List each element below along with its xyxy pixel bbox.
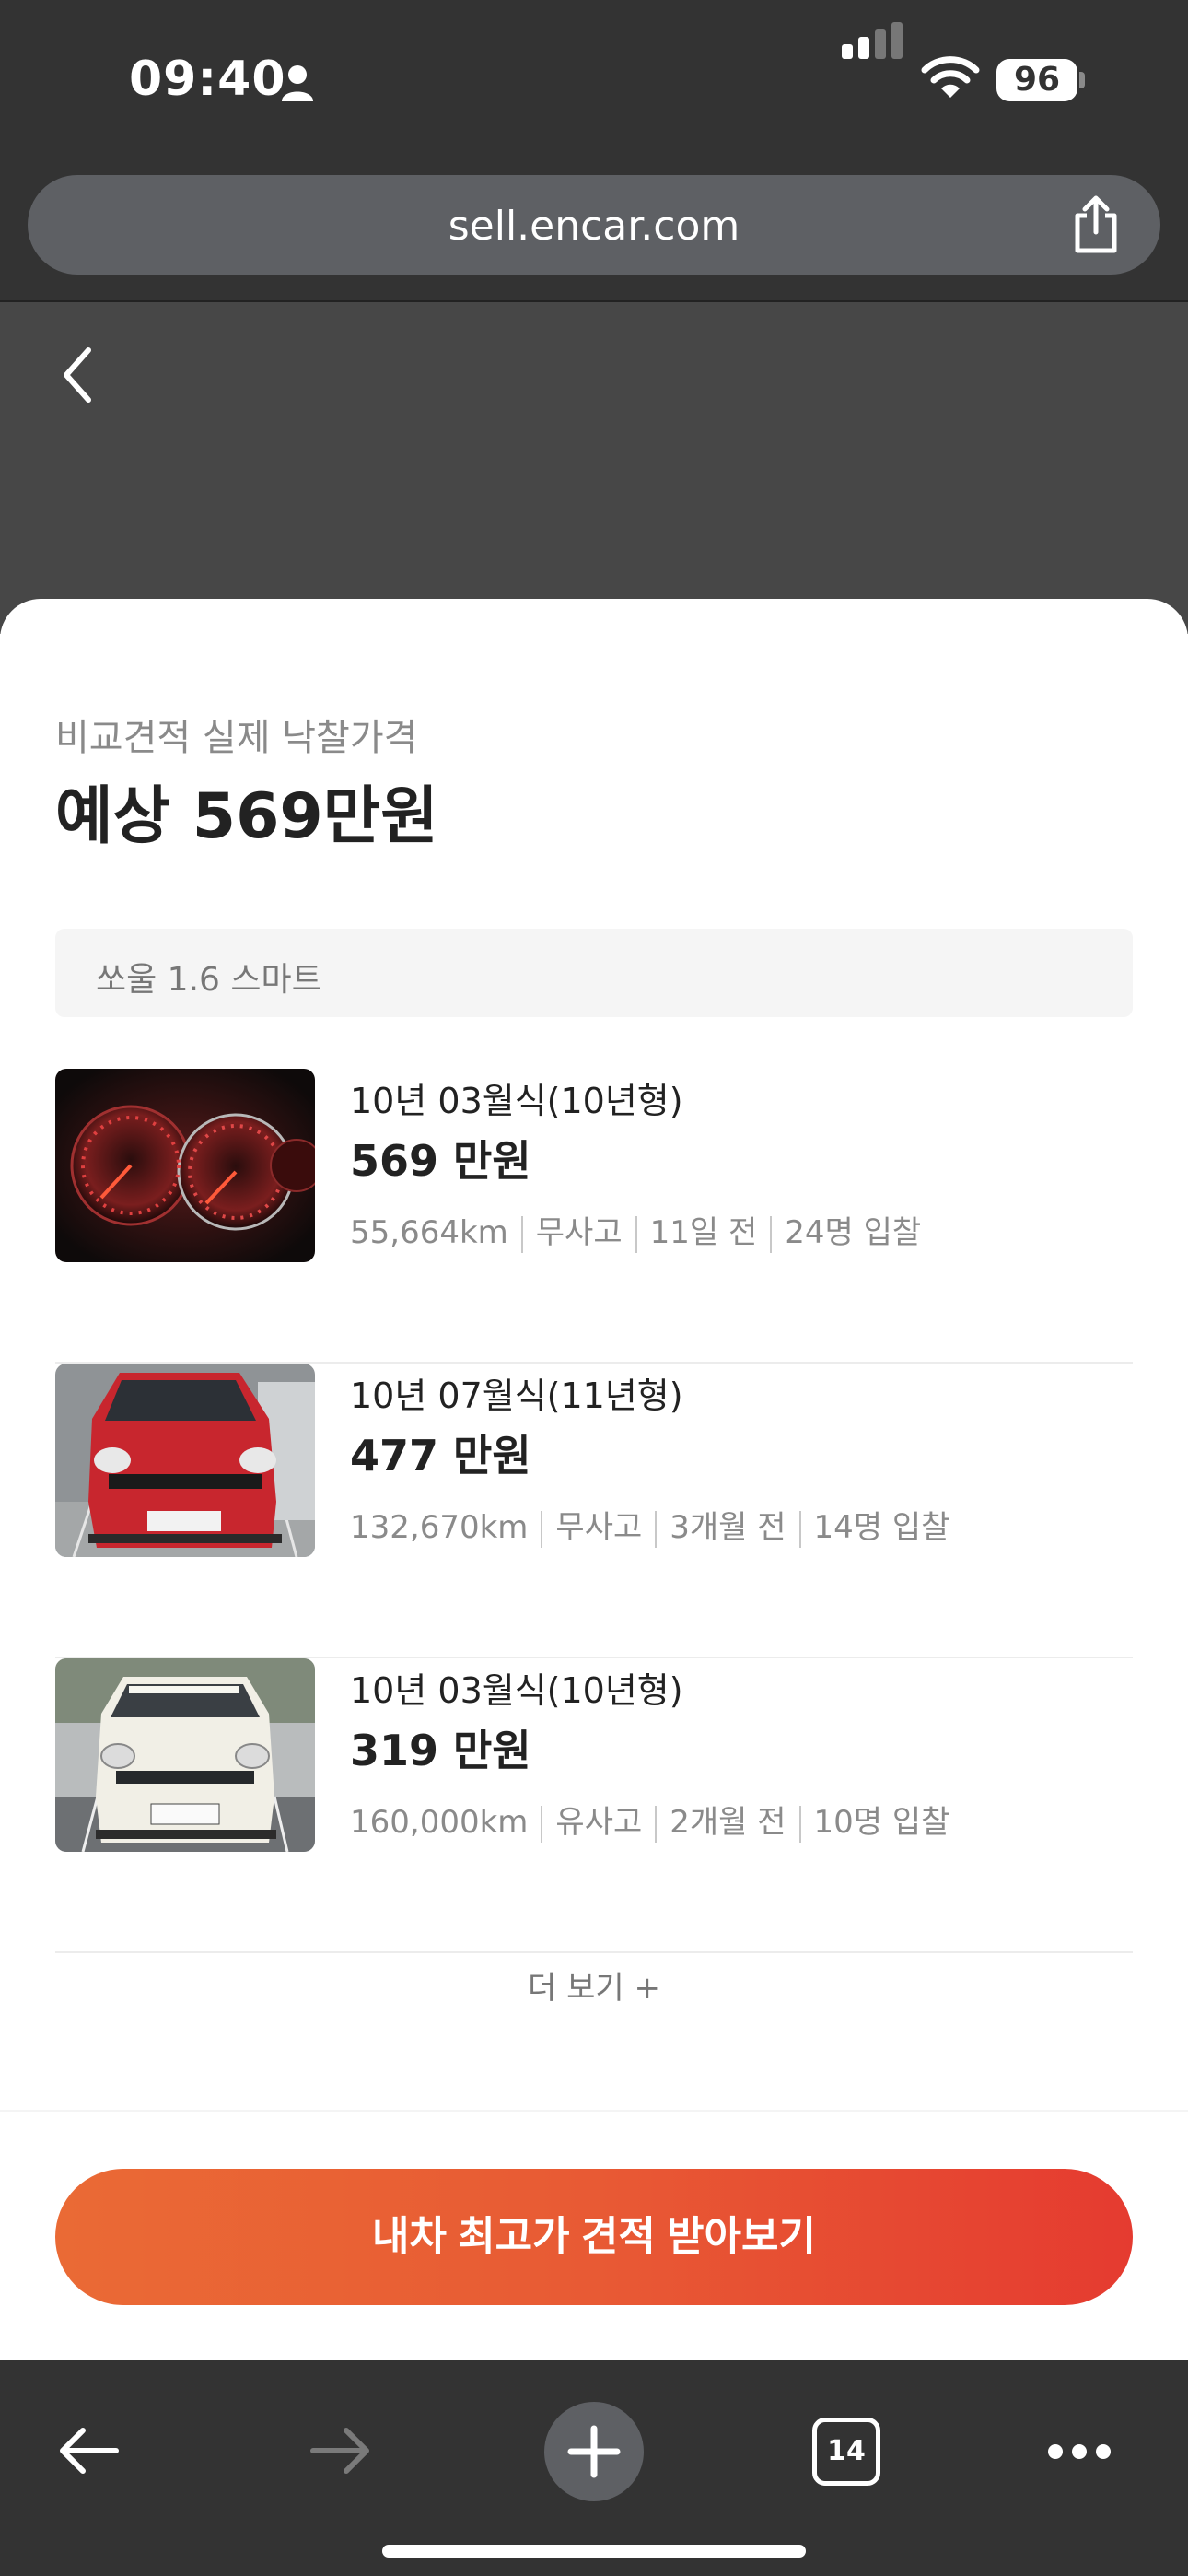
back-arrow-icon[interactable] (55, 2425, 120, 2476)
wifi-icon (921, 56, 980, 98)
get-best-quote-button[interactable]: 내차 최고가 견적 받아보기 (55, 2169, 1133, 2305)
car-accident-status: 유사고 (555, 1804, 643, 1841)
estimated-price-headline: 예상 569만원 (55, 780, 438, 853)
price-comparison-sheet: 비교견적 실제 낙찰가격 예상 569만원 쏘울 1.6 스마트 10년 03월… (0, 599, 1188, 2110)
car-time-ago: 2개월 전 (670, 1804, 786, 1841)
battery-tip (1079, 72, 1085, 88)
divider (655, 1510, 658, 1548)
status-time: 09:40 (129, 52, 286, 107)
list-item[interactable]: 10년 03월식(10년형) 319 만원 160,000km 유사고 2개월 전1… (55, 1658, 1133, 1953)
car-model-date: 10년 03월식(10년형) (350, 1670, 683, 1711)
divider (541, 1805, 543, 1843)
more-icon[interactable] (1046, 2440, 1112, 2464)
address-bar[interactable]: sell.encar.com (28, 175, 1160, 275)
car-meta: 55,664km 무사고 11일 전 24명 입찰 (350, 1207, 921, 1253)
car-mileage: 132,670km (350, 1509, 529, 1546)
divider (655, 1805, 658, 1843)
chevron-left-icon[interactable] (55, 343, 101, 407)
car-accident-status: 무사고 (555, 1509, 643, 1546)
divider (798, 1805, 801, 1843)
browser-address-area: sell.encar.com (0, 157, 1188, 302)
share-icon[interactable] (1068, 195, 1124, 254)
car-thumbnail (55, 1658, 315, 1852)
car-model-date: 10년 03월식(10년형) (350, 1081, 683, 1121)
car-meta: 132,670km 무사고 3개월 전 14명 입찰 (350, 1502, 949, 1548)
browser-toolbar: 14 (0, 2360, 1188, 2576)
page-header-dimmed (0, 302, 1188, 634)
car-price: 477 만원 (350, 1431, 531, 1481)
car-bid-count: 10명 입찰 (813, 1804, 950, 1841)
car-price: 319 만원 (350, 1726, 531, 1775)
car-time-ago: 3개월 전 (670, 1509, 786, 1546)
divider (635, 1215, 637, 1253)
forward-arrow-icon[interactable] (309, 2425, 374, 2476)
dashboard-gauges-photo (55, 1069, 315, 1262)
car-model-date: 10년 07월식(11년형) (350, 1376, 683, 1416)
divider (541, 1510, 543, 1548)
car-time-ago: 11일 전 (649, 1214, 758, 1251)
divider (798, 1510, 801, 1548)
car-mileage: 160,000km (350, 1804, 529, 1841)
more-button[interactable]: 더 보기 + (0, 1962, 1188, 2008)
car-mileage: 55,664km (350, 1214, 508, 1251)
home-indicator (382, 2545, 806, 2558)
url-text: sell.encar.com (448, 203, 740, 250)
sheet-subtitle: 비교견적 실제 낙찰가격 (55, 717, 418, 759)
battery-icon: 96 (996, 59, 1077, 101)
status-bar: 09:40 96 (0, 0, 1188, 157)
car-thumbnail (55, 1069, 315, 1262)
cta-area: 내차 최고가 견적 받아보기 (0, 2110, 1188, 2360)
model-name: 쏘울 1.6 스마트 (96, 961, 322, 999)
car-bid-count: 24명 입찰 (785, 1214, 922, 1251)
car-price: 569 만원 (350, 1136, 531, 1186)
list-item[interactable]: 10년 07월식(11년형) 477 만원 132,670km 무사고 3개월 전1… (55, 1364, 1133, 1658)
white-car-front-photo (55, 1658, 315, 1852)
list-item[interactable]: 10년 03월식(10년형) 569 만원 55,664km 무사고 11일 전 24… (55, 1069, 1133, 1364)
divider (520, 1215, 523, 1253)
car-accident-status: 무사고 (535, 1214, 623, 1251)
car-thumbnail (55, 1364, 315, 1557)
red-car-front-photo (55, 1364, 315, 1557)
car-bid-count: 14명 입찰 (813, 1509, 950, 1546)
new-tab-plus-icon[interactable] (543, 2401, 645, 2502)
tabs-icon[interactable]: 14 (812, 2418, 880, 2486)
car-meta: 160,000km 유사고 2개월 전 10명 입찰 (350, 1797, 949, 1843)
person-icon (282, 65, 313, 101)
model-label-box: 쏘울 1.6 스마트 (55, 929, 1133, 1017)
divider (770, 1215, 773, 1253)
